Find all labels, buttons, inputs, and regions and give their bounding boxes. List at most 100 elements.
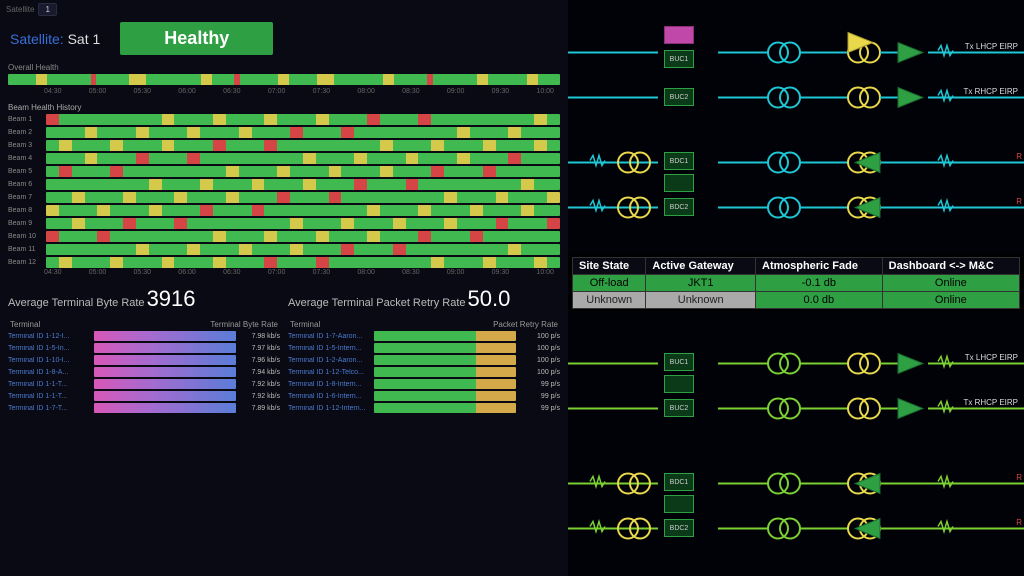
table-row[interactable]: Unknown Unknown 0.0 db Online — [573, 292, 1020, 309]
block-bdc-mid-b[interactable] — [664, 495, 694, 513]
retry-bar — [374, 379, 516, 389]
terminal-link[interactable]: Terminal ID 1-2-Aaron... — [288, 357, 370, 364]
beam-name: Beam 3 — [8, 142, 42, 149]
list-item[interactable]: Terminal ID 1-7-Aaron...100 p/s — [288, 331, 560, 341]
beam-row[interactable]: Beam 10 — [8, 231, 560, 242]
beam-row[interactable]: Beam 5 — [8, 166, 560, 177]
retry-bar — [374, 355, 516, 365]
retry-value: 99 p/s — [520, 405, 560, 412]
byte-value: 7.89 kb/s — [240, 405, 280, 412]
byte-rate-value: 3916 — [147, 286, 196, 312]
beam-row[interactable]: Beam 3 — [8, 140, 560, 151]
terminal-link[interactable]: Terminal ID 1-6-Intern... — [288, 393, 370, 400]
block-bdc2[interactable]: BDC2 — [664, 198, 694, 216]
table-row[interactable]: Off-load JKT1 -0.1 db Online — [573, 275, 1020, 292]
beam-row[interactable]: Beam 1 — [8, 114, 560, 125]
beam-row[interactable]: Beam 9 — [8, 218, 560, 229]
beam-name: Beam 6 — [8, 181, 42, 188]
beam-bar — [46, 192, 560, 203]
list-item[interactable]: Terminal ID 1-5-Intern... 100 p/s — [288, 343, 560, 353]
terminal-link[interactable]: Terminal ID 1-7-Aaron... — [288, 333, 370, 340]
retry-rate-value: 50.0 — [468, 286, 511, 312]
beam-name: Beam 2 — [8, 129, 42, 136]
beam-bar — [46, 257, 560, 268]
overall-health-panel: Overall Health — [0, 63, 568, 87]
list-item[interactable]: Terminal ID 1-8-Intern...99 p/s — [288, 379, 560, 389]
list-item[interactable]: Terminal ID 1-12-Telco...100 p/s — [288, 367, 560, 377]
terminal-link[interactable]: Terminal ID 1-5-Intern... — [288, 345, 370, 352]
beam-name: Beam 11 — [8, 246, 42, 253]
list-item[interactable]: Terminal ID 1-5-In...7.97 kb/s — [8, 343, 280, 353]
title-row: Satellite: Sat 1 Healthy — [0, 18, 568, 63]
retry-col-rate: Packet Retry Rate — [493, 320, 558, 329]
right-panel: BUC1 BUC2 BDC1 BDC2 Tx LHCP EIRP Tx RHCP… — [568, 0, 1024, 576]
terminal-link[interactable]: Terminal ID 1-8-Intern... — [288, 381, 370, 388]
list-item[interactable]: Terminal ID 1-1-T...7.92 kb/s — [8, 379, 280, 389]
list-item[interactable]: Terminal ID 1-7-T... 7.89 kb/s — [8, 403, 280, 413]
block-buc2[interactable]: BUC2 — [664, 88, 694, 106]
block-magenta[interactable] — [664, 26, 694, 44]
health-status-badge: Healthy — [120, 22, 273, 55]
terminal-link[interactable]: Terminal ID 1-12-I... — [8, 333, 90, 340]
rf-diagram-top[interactable]: BUC1 BUC2 BDC1 BDC2 Tx LHCP EIRP Tx RHCP… — [568, 0, 1024, 255]
retry-value: 99 p/s — [520, 393, 560, 400]
rx-label-4: R — [1016, 518, 1022, 527]
overall-health-label: Overall Health — [8, 63, 560, 72]
terminal-link[interactable]: Terminal ID 1-10-I... — [8, 357, 90, 364]
byte-bar — [94, 343, 236, 353]
list-item[interactable]: Terminal ID 1-12-Intern... 99 p/s — [288, 403, 560, 413]
beam-name: Beam 1 — [8, 116, 42, 123]
block-buc1-b[interactable]: BUC1 — [664, 353, 694, 371]
beam-bar — [46, 140, 560, 151]
list-item[interactable]: Terminal ID 1-10-I...7.96 kb/s — [8, 355, 280, 365]
terminal-link[interactable]: Terminal ID 1-7-T... — [8, 405, 90, 412]
overall-health-bar[interactable] — [8, 74, 560, 85]
beam-row[interactable]: Beam 7 — [8, 192, 560, 203]
beam-time-axis: 04:3005:00 05:3006:00 06:3007:00 07:3008… — [0, 268, 568, 280]
block-bdc2-b[interactable]: BDC2 — [664, 519, 694, 537]
block-mid-b[interactable] — [664, 375, 694, 393]
beam-row[interactable]: Beam 12 — [8, 257, 560, 268]
stat-byte-rate: Average Terminal Byte Rate 3916 — [8, 286, 280, 312]
rf-diagram-bottom[interactable]: BUC1 BUC2 BDC1 BDC2 Tx LHCP EIRP Tx RHCP… — [568, 311, 1024, 576]
list-item[interactable]: Terminal ID 1-1-T...7.92 kb/s — [8, 391, 280, 401]
terminal-link[interactable]: Terminal ID 1-8-A... — [8, 369, 90, 376]
terminal-link[interactable]: Terminal ID 1-12-Intern... — [288, 405, 370, 412]
beam-bar — [46, 153, 560, 164]
beam-row[interactable]: Beam 4 — [8, 153, 560, 164]
terminal-link[interactable]: Terminal ID 1-1-T... — [8, 393, 90, 400]
block-bdc1-b[interactable]: BDC1 — [664, 473, 694, 491]
list-item[interactable]: Terminal ID 1-2-Aaron... 100 p/s — [288, 355, 560, 365]
retry-bar — [374, 367, 516, 377]
block-bdc1b[interactable] — [664, 174, 694, 192]
retry-value: 100 p/s — [520, 345, 560, 352]
satellite-title: Satellite: Sat 1 — [10, 31, 100, 47]
th-fade: Atmospheric Fade — [756, 258, 883, 275]
beam-history-title: Beam Health History — [0, 99, 568, 114]
beam-row[interactable]: Beam 6 — [8, 179, 560, 190]
block-bdc1[interactable]: BDC1 — [664, 152, 694, 170]
stats-row: Average Terminal Byte Rate 3916 Average … — [0, 280, 568, 318]
beam-name: Beam 9 — [8, 220, 42, 227]
list-item[interactable]: Terminal ID 1-6-Intern... 99 p/s — [288, 391, 560, 401]
byte-rate-label: Average Terminal Byte Rate — [8, 297, 145, 309]
terminal-link[interactable]: Terminal ID 1-1-T... — [8, 381, 90, 388]
byte-bar — [94, 391, 236, 401]
beam-row[interactable]: Beam 2 — [8, 127, 560, 138]
beam-bar — [46, 231, 560, 242]
retry-value: 100 p/s — [520, 357, 560, 364]
block-buc1[interactable]: BUC1 — [664, 50, 694, 68]
tab-satellite-selector[interactable]: 1 — [38, 3, 56, 16]
terminal-link[interactable]: Terminal ID 1-5-In... — [8, 345, 90, 352]
list-item[interactable]: Terminal ID 1-8-A...7.94 kb/s — [8, 367, 280, 377]
beam-row[interactable]: Beam 8 — [8, 205, 560, 216]
beam-row[interactable]: Beam 11 — [8, 244, 560, 255]
list-item[interactable]: Terminal ID 1-12-I...7.98 kb/s — [8, 331, 280, 341]
terminal-tables: Terminal Terminal Byte Rate Terminal ID … — [0, 318, 568, 576]
retry-col-terminal: Terminal — [290, 320, 320, 329]
stat-retry-rate: Average Terminal Packet Retry Rate 50.0 — [288, 286, 560, 312]
terminal-link[interactable]: Terminal ID 1-12-Telco... — [288, 369, 370, 376]
block-buc2-b[interactable]: BUC2 — [664, 399, 694, 417]
beam-bar — [46, 218, 560, 229]
tx-lhcp-label: Tx LHCP EIRP — [965, 42, 1018, 51]
